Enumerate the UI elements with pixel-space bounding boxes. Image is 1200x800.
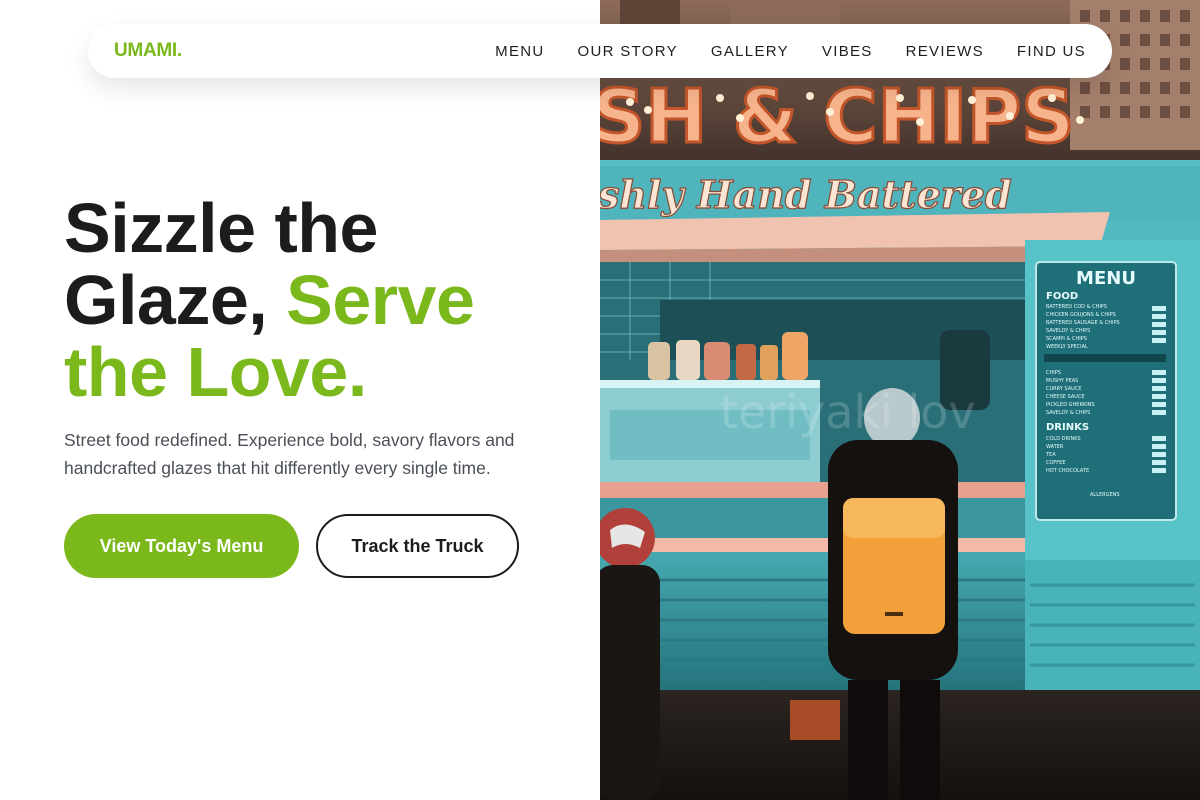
svg-text:BATTERED COD & CHIPS: BATTERED COD & CHIPS xyxy=(1046,304,1107,310)
svg-text:CHIPS: CHIPS xyxy=(1046,370,1061,376)
svg-text:TEA: TEA xyxy=(1045,452,1056,458)
svg-text:COLD DRINKS: COLD DRINKS xyxy=(1046,436,1081,442)
headline-accent-2: the Love. xyxy=(64,333,367,411)
script-banner-text: shly Hand Battered xyxy=(600,172,1012,217)
neon-sign: SH & CHIPS xyxy=(600,73,1084,162)
child-figure xyxy=(600,508,660,800)
nav-link-find-us[interactable]: FIND US xyxy=(1017,43,1086,60)
nav-link-our-story[interactable]: OUR STORY xyxy=(578,43,678,60)
top-nav: UMAMI. MENU OUR STORY GALLERY VIBES REVI… xyxy=(88,24,1112,78)
svg-text:SH & CHIPS: SH & CHIPS xyxy=(600,74,1075,160)
nav-link-menu[interactable]: MENU xyxy=(495,43,544,60)
headline-accent-1: Serve xyxy=(286,261,475,339)
svg-text:SAVELOY & CHIPS: SAVELOY & CHIPS xyxy=(1046,328,1090,334)
headline-line-2: Glaze, xyxy=(64,261,287,339)
svg-text:WEEKLY SPECIAL: WEEKLY SPECIAL xyxy=(1046,344,1088,350)
hero-subtext: Street food redefined. Experience bold, … xyxy=(64,430,515,478)
svg-text:WATER: WATER xyxy=(1046,444,1064,450)
nav-link-reviews[interactable]: REVIEWS xyxy=(906,43,984,60)
hero-section: Sizzle the Glaze, Serve the Love. Street… xyxy=(64,192,584,578)
nav-link-vibes[interactable]: VIBES xyxy=(822,43,873,60)
headline-line-1: Sizzle the xyxy=(64,189,378,267)
svg-text:MUSHY PEAS: MUSHY PEAS xyxy=(1046,378,1078,384)
svg-text:CHICKEN GOUJONS & CHIPS: CHICKEN GOUJONS & CHIPS xyxy=(1046,312,1116,318)
truck-menu-board: MENU FOOD BATTERED COD & CHIPS CHICKEN G… xyxy=(1035,261,1177,521)
svg-text:COFFEE: COFFEE xyxy=(1046,460,1066,466)
svg-text:PICKLED GHERKINS: PICKLED GHERKINS xyxy=(1046,402,1095,408)
svg-text:HOT CHOCOLATE: HOT CHOCOLATE xyxy=(1046,468,1089,474)
svg-text:BATTERED SAUSAGE & CHIPS: BATTERED SAUSAGE & CHIPS xyxy=(1046,320,1120,326)
svg-text:teriyaki lov: teriyaki lov xyxy=(720,385,976,439)
svg-text:CHEESE SAUCE: CHEESE SAUCE xyxy=(1046,394,1085,400)
svg-text:MENU: MENU xyxy=(1076,268,1136,289)
cta-row: View Today's Menu Track the Truck xyxy=(64,514,584,578)
nav-links: MENU OUR STORY GALLERY VIBES REVIEWS FIN… xyxy=(495,43,1086,60)
svg-text:SAVELOY & CHIPS: SAVELOY & CHIPS xyxy=(1046,410,1090,416)
brand-logo[interactable]: UMAMI. xyxy=(114,40,182,62)
svg-text:DRINKS: DRINKS xyxy=(1046,422,1089,433)
svg-text:SCAMPI & CHIPS: SCAMPI & CHIPS xyxy=(1046,336,1087,342)
nav-link-gallery[interactable]: GALLERY xyxy=(711,43,789,60)
track-truck-button[interactable]: Track the Truck xyxy=(316,514,519,578)
view-menu-button[interactable]: View Today's Menu xyxy=(64,514,299,578)
svg-text:ALLERGENS: ALLERGENS xyxy=(1090,492,1120,498)
hero-photo: SH & CHIPS shly Hand Battered MENU FOOD … xyxy=(600,0,1200,800)
svg-text:FOOD: FOOD xyxy=(1046,291,1078,302)
svg-text:CURRY SAUCE: CURRY SAUCE xyxy=(1046,386,1081,392)
food-truck-photo: SH & CHIPS shly Hand Battered MENU FOOD … xyxy=(600,0,1200,800)
hero-headline: Sizzle the Glaze, Serve the Love. xyxy=(64,192,584,408)
